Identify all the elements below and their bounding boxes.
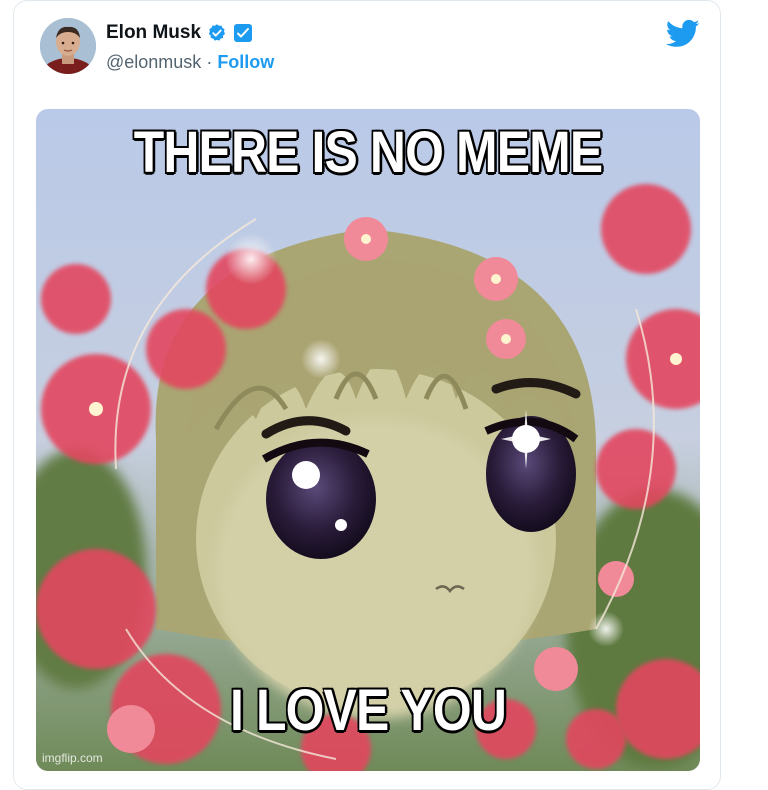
meme-image[interactable]: THERE IS NO MEME I LOVE YOU imgflip.com	[36, 109, 700, 771]
tweet-card: Elon Musk @elonmusk · Follow THERE IS NO…	[13, 0, 721, 790]
imgflip-watermark: imgflip.com	[42, 751, 103, 765]
avatar[interactable]	[40, 18, 96, 74]
author-handle-row: @elonmusk · Follow	[106, 52, 274, 73]
square-badge-icon	[233, 23, 253, 43]
meme-caption-bottom: I LOVE YOU	[229, 677, 508, 744]
follow-link[interactable]: Follow	[217, 52, 274, 72]
meme-caption-top: THERE IS NO MEME	[133, 119, 604, 186]
verified-check-icon	[207, 23, 227, 43]
author-display-name[interactable]: Elon Musk	[106, 22, 201, 44]
twitter-bird-icon[interactable]	[665, 19, 700, 49]
author-name-row: Elon Musk	[106, 22, 253, 44]
handle-separator: ·	[201, 52, 218, 72]
author-handle[interactable]: @elonmusk	[106, 52, 201, 72]
